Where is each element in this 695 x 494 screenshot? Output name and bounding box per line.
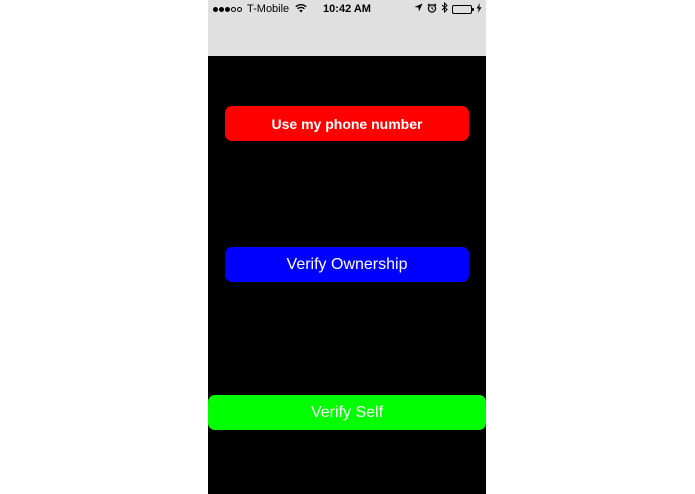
battery-tip <box>472 7 474 11</box>
page-canvas: T-Mobile 10:42 AM Use my phone number Ve… <box>0 0 695 494</box>
battery-icon <box>452 4 474 14</box>
phone-screen: T-Mobile 10:42 AM Use my phone number Ve… <box>208 0 486 494</box>
location-arrow-icon <box>414 3 423 15</box>
charging-bolt-icon <box>476 2 482 16</box>
verify-self-button[interactable]: Verify Self <box>208 395 486 430</box>
navigation-bar <box>208 18 486 56</box>
status-bar-right <box>414 1 482 16</box>
alarm-clock-icon <box>427 2 437 16</box>
status-bar: T-Mobile 10:42 AM <box>208 0 486 18</box>
verify-ownership-button[interactable]: Verify Ownership <box>225 247 469 282</box>
use-my-phone-number-button[interactable]: Use my phone number <box>225 106 469 141</box>
bluetooth-icon <box>441 1 448 16</box>
